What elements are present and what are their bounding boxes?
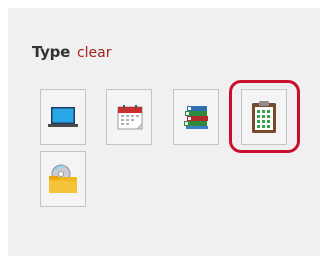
books-icon xyxy=(184,106,208,129)
clear-filter-link[interactable]: clear xyxy=(77,45,112,61)
type-option-calendar[interactable] xyxy=(106,89,152,145)
type-filter-label: Type xyxy=(32,43,70,61)
calendar-icon xyxy=(117,105,143,130)
type-option-books[interactable] xyxy=(173,89,219,145)
folder-disc-icon xyxy=(49,164,77,193)
type-option-laptop[interactable] xyxy=(40,89,86,145)
laptop-icon xyxy=(48,107,78,127)
type-option-spreadsheet[interactable] xyxy=(241,89,287,145)
type-option-folder-disc[interactable] xyxy=(40,151,86,207)
type-filter-header: Type clear xyxy=(32,43,112,63)
clipboard-spreadsheet-icon xyxy=(252,101,276,133)
